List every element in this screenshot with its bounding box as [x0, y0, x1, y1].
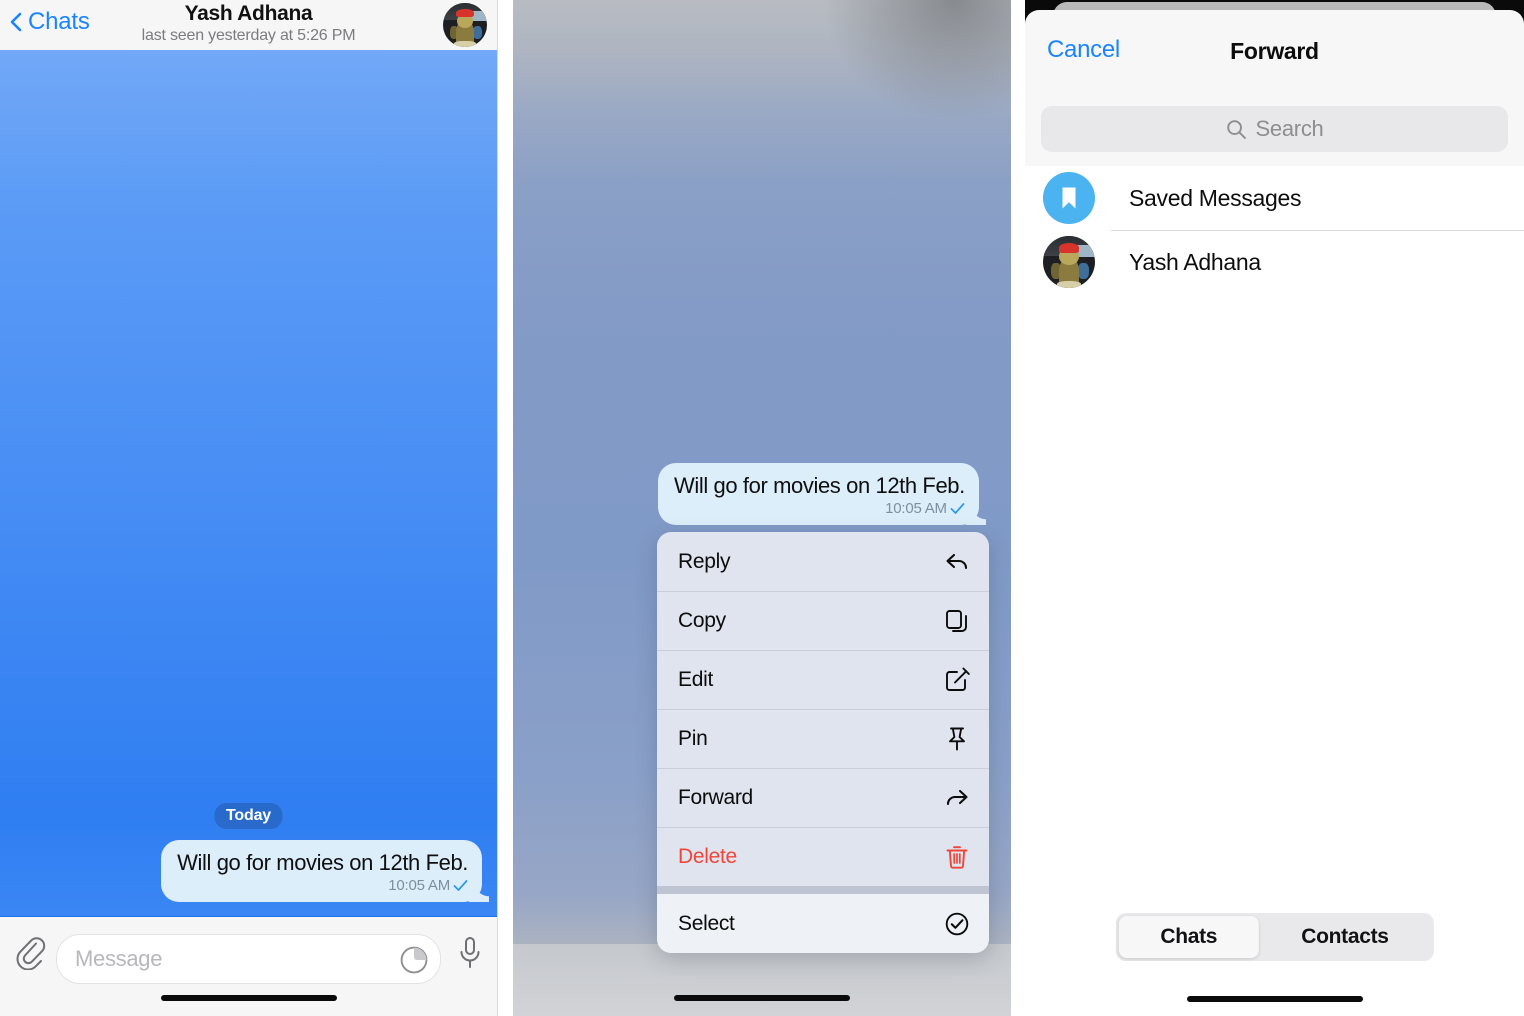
chat-header: Chats Yash Adhana last seen yesterday at…	[0, 0, 497, 51]
context-menu-label: Delete	[678, 844, 737, 868]
context-menu-label: Select	[678, 911, 735, 935]
context-menu-label: Edit	[678, 667, 713, 691]
bookmark-icon	[1062, 187, 1076, 209]
blurred-input-backdrop	[513, 944, 1011, 1016]
search-input[interactable]: Search	[1041, 106, 1508, 152]
segment-chats[interactable]: Chats	[1118, 916, 1260, 958]
list-item-label: Yash Adhana	[1129, 248, 1261, 275]
microphone-icon[interactable]	[457, 935, 483, 971]
message-meta: 10:05 AM	[674, 500, 965, 517]
reply-arrow-icon	[946, 553, 968, 569]
outgoing-message-bubble[interactable]: Will go for movies on 12th Feb. 10:05 AM	[161, 840, 489, 902]
context-menu-item-select[interactable]: Select	[657, 894, 989, 953]
chat-input-bar: Message	[0, 916, 497, 1016]
search-icon	[1226, 119, 1246, 139]
sticker-icon[interactable]	[400, 946, 428, 974]
context-menu-label: Pin	[678, 726, 708, 750]
home-indicator	[674, 995, 850, 1001]
selected-message-bubble[interactable]: Will go for movies on 12th Feb. 10:05 AM	[658, 463, 986, 525]
context-menu-item-forward[interactable]: Forward	[657, 768, 989, 827]
screenshot-stage: Chats Yash Adhana last seen yesterday at…	[0, 0, 1524, 1016]
message-time: 10:05 AM	[388, 877, 450, 894]
search-placeholder: Search	[1255, 116, 1324, 141]
sheet-segmented-control: Chats Contacts	[1115, 913, 1434, 961]
home-indicator	[1186, 996, 1363, 1002]
panel-forward-sheet-screen: Cancel Forward Search Saved Messages Yas…	[1025, 0, 1524, 1016]
message-text: Will go for movies on 12th Feb.	[177, 850, 468, 875]
trash-can-icon	[946, 845, 968, 869]
list-item[interactable]: Yash Adhana	[1025, 230, 1524, 294]
chat-last-seen: last seen yesterday at 5:26 PM	[141, 27, 356, 44]
context-menu-label: Copy	[678, 608, 726, 632]
context-menu-item-reply[interactable]: Reply	[657, 532, 989, 591]
chat-contact-name: Yash Adhana	[184, 2, 313, 25]
segment-contacts[interactable]: Contacts	[1259, 916, 1430, 958]
single-check-icon	[950, 503, 965, 514]
single-check-icon	[453, 880, 468, 891]
forward-arrow-icon	[946, 789, 968, 805]
context-menu-label: Reply	[678, 549, 731, 573]
context-menu-item-edit[interactable]: Edit	[657, 650, 989, 709]
contact-avatar[interactable]	[443, 3, 487, 47]
forward-target-list: Saved Messages Yash Adhana	[1025, 166, 1524, 1016]
home-indicator	[160, 995, 337, 1001]
saved-messages-avatar	[1043, 172, 1095, 224]
forward-sheet: Cancel Forward Search Saved Messages Yas…	[1025, 10, 1524, 1016]
copy-pages-icon	[946, 609, 967, 632]
context-menu-item-pin[interactable]: Pin	[657, 709, 989, 768]
message-input-field[interactable]: Message	[56, 934, 441, 984]
message-context-menu: Reply Copy Edit Pin Forward Delete Selec…	[657, 532, 989, 953]
panel-chat-screen: Chats Yash Adhana last seen yesterday at…	[0, 0, 498, 1016]
message-text: Will go for movies on 12th Feb.	[674, 473, 965, 498]
sheet-header: Cancel Forward	[1025, 10, 1524, 90]
sheet-title: Forward	[1230, 38, 1319, 64]
message-input-placeholder: Message	[75, 946, 163, 971]
date-separator: Today	[214, 803, 283, 829]
message-time: 10:05 AM	[885, 500, 947, 517]
check-circle-icon	[945, 912, 969, 935]
list-item-label: Saved Messages	[1129, 184, 1302, 211]
contact-avatar	[1043, 236, 1095, 288]
context-menu-label: Forward	[678, 785, 753, 809]
panel-context-menu-screen: Will go for movies on 12th Feb. 10:05 AM…	[513, 0, 1011, 1016]
pushpin-icon	[949, 727, 965, 750]
edit-pencil-icon	[946, 667, 970, 691]
chat-message-area: Today Will go for movies on 12th Feb. 10…	[0, 50, 497, 917]
paperclip-icon[interactable]	[14, 934, 46, 970]
context-menu-item-delete[interactable]: Delete	[657, 827, 989, 886]
chat-title-block[interactable]: Yash Adhana last seen yesterday at 5:26 …	[0, 2, 497, 46]
contact-avatar-image	[443, 3, 487, 47]
contact-avatar-image	[1043, 236, 1095, 288]
context-menu-separator	[657, 886, 989, 894]
message-meta: 10:05 AM	[177, 877, 468, 894]
list-item[interactable]: Saved Messages	[1025, 166, 1524, 230]
context-menu-item-copy[interactable]: Copy	[657, 591, 989, 650]
